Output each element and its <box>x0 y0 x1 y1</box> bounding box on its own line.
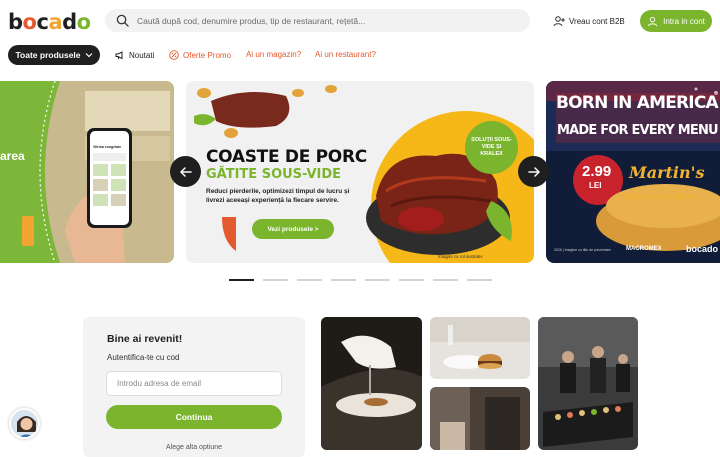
search-icon <box>116 14 129 27</box>
nav-item-label: Ai un restaurant? <box>315 50 376 59</box>
arrow-left-icon <box>179 166 192 177</box>
login-card-title: Bine ai revenit! <box>107 333 183 345</box>
phone-title: Vitrina congelate <box>93 145 122 149</box>
price-currency: LEI <box>589 181 602 190</box>
slide-body: Reduci pierderile, optimizezi timpul de … <box>206 188 350 204</box>
martins-brand: Martin's <box>629 163 705 182</box>
b2b-label: Vreau cont B2B <box>569 16 625 26</box>
carousel-dot[interactable] <box>331 279 356 281</box>
carousel-dot[interactable] <box>399 279 424 281</box>
slide-title: COASTE DE PORC <box>206 147 367 167</box>
all-products-label: Toate produsele <box>15 50 81 60</box>
user-plus-icon <box>553 16 565 27</box>
slide-footnote: 2026 | Imagine cu titlu de prezentare. <box>554 248 612 252</box>
carousel-slide-martins[interactable]: BORN IN AMERICA MADE FOR EVERY MENU 2.99… <box>546 81 720 263</box>
carousel-dot[interactable] <box>297 279 322 281</box>
carousel-pagination <box>229 279 492 281</box>
category-nav: Toate produsele Noutati Oferte Promo Ai … <box>0 44 720 66</box>
interior-photo <box>430 387 530 450</box>
made-for-every-menu: MADE FOR EVERY MENU <box>557 123 719 138</box>
macromex-logo: MACROMEX <box>626 246 662 252</box>
nav-item-ai-un-magazin[interactable]: Ai un magazin? <box>246 50 301 59</box>
carousel-dot[interactable] <box>365 279 390 281</box>
continue-button[interactable]: Continua <box>106 405 282 429</box>
nav-item-label: Oferte Promo <box>183 50 232 60</box>
login-card-subtitle: Autentifica-te cu cod <box>107 353 180 362</box>
arrow-right-icon <box>527 166 540 177</box>
all-products-button[interactable]: Toate produsele <box>8 45 100 65</box>
burgers-photo <box>430 317 530 379</box>
price: 2.99 <box>582 163 612 180</box>
bocado-slide-logo: bocado <box>686 244 719 254</box>
carousel-dot[interactable] <box>229 279 254 281</box>
carousel-prev-button[interactable] <box>170 156 201 187</box>
carousel-slide-pork-ribs[interactable]: COASTE DE PORC GĂTITE SOUS-VIDE Reduci p… <box>186 81 534 263</box>
carousel-dot[interactable] <box>433 279 458 281</box>
login-card: Bine ai revenit! Autentifica-te cu cod C… <box>83 317 305 457</box>
megaphone-icon <box>115 51 123 60</box>
user-icon <box>648 16 658 26</box>
email-field[interactable] <box>106 371 282 396</box>
event-catering-photo <box>538 317 638 450</box>
login-label: Intra in cont <box>663 16 705 26</box>
nav-item-oferte-promo[interactable]: Oferte Promo <box>169 50 231 60</box>
see-products-button[interactable]: Vezi produsele > <box>252 219 334 239</box>
carousel-dot[interactable] <box>263 279 288 281</box>
search-input[interactable] <box>137 11 517 30</box>
nav-item-label: Ai un magazin? <box>246 50 302 59</box>
left-slide-text: area <box>0 149 25 163</box>
sous-vide-badge: SOLUȚII SOUS-VIDE ȘI KRALEX <box>465 121 518 174</box>
support-chat-avatar[interactable] <box>9 408 40 439</box>
percent-icon <box>169 50 179 60</box>
bocado-logo[interactable]: bocado <box>8 10 91 34</box>
martins-product: POTATO ROLLS AND BREAD <box>624 195 694 201</box>
chef-plating-photo <box>321 317 422 450</box>
born-in-america: BORN IN AMERICA <box>556 93 719 113</box>
carousel-next-button[interactable] <box>518 156 549 187</box>
nav-item-ai-un-restaurant[interactable]: Ai un restaurant? <box>315 50 376 59</box>
nav-item-noutati[interactable]: Noutati <box>115 50 154 60</box>
slide-subtitle: GĂTITE SOUS-VIDE <box>206 167 342 182</box>
nav-item-label: Noutati <box>129 50 155 60</box>
chevron-down-icon <box>85 53 92 58</box>
hero-carousel[interactable]: area Vitrina congelate COASTE DE PORC GĂ… <box>0 80 720 265</box>
login-button[interactable]: Intra in cont <box>640 10 712 32</box>
search-bar[interactable] <box>105 9 530 32</box>
header: bocado Vreau cont B2B Intra in cont <box>0 0 720 42</box>
illustrative-note: Imagini cu rol ilustrativ <box>438 254 483 259</box>
phone-mockup: Vitrina congelate <box>87 128 132 228</box>
carousel-slide-left[interactable]: area Vitrina congelate <box>0 81 174 263</box>
b2b-account-link[interactable]: Vreau cont B2B <box>553 14 625 28</box>
carousel-dot[interactable] <box>467 279 492 281</box>
